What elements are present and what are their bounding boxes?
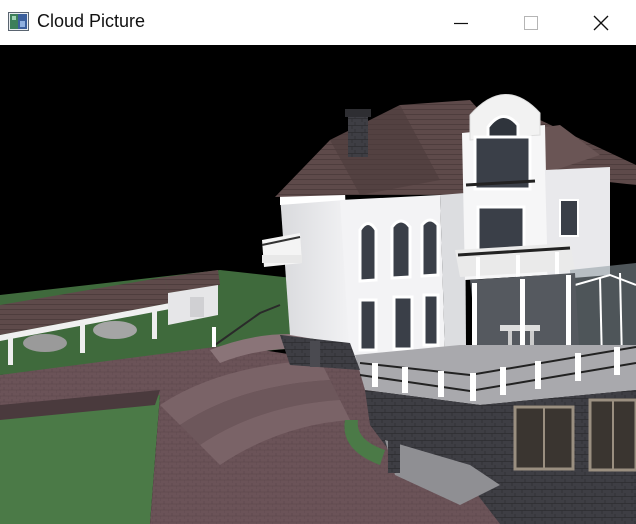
house-render-image [0, 94, 636, 524]
window-title: Cloud Picture [37, 11, 146, 31]
close-button[interactable] [566, 0, 636, 45]
title-bar[interactable]: Cloud Picture [0, 0, 636, 45]
app-image-icon [8, 12, 29, 31]
maximize-button[interactable] [496, 0, 566, 45]
close-icon [593, 15, 609, 31]
render-viewport[interactable] [0, 45, 636, 524]
app-window: Cloud Picture [0, 0, 636, 524]
maximize-icon [524, 15, 538, 30]
minimize-icon [454, 16, 468, 30]
minimize-button[interactable] [426, 0, 496, 45]
